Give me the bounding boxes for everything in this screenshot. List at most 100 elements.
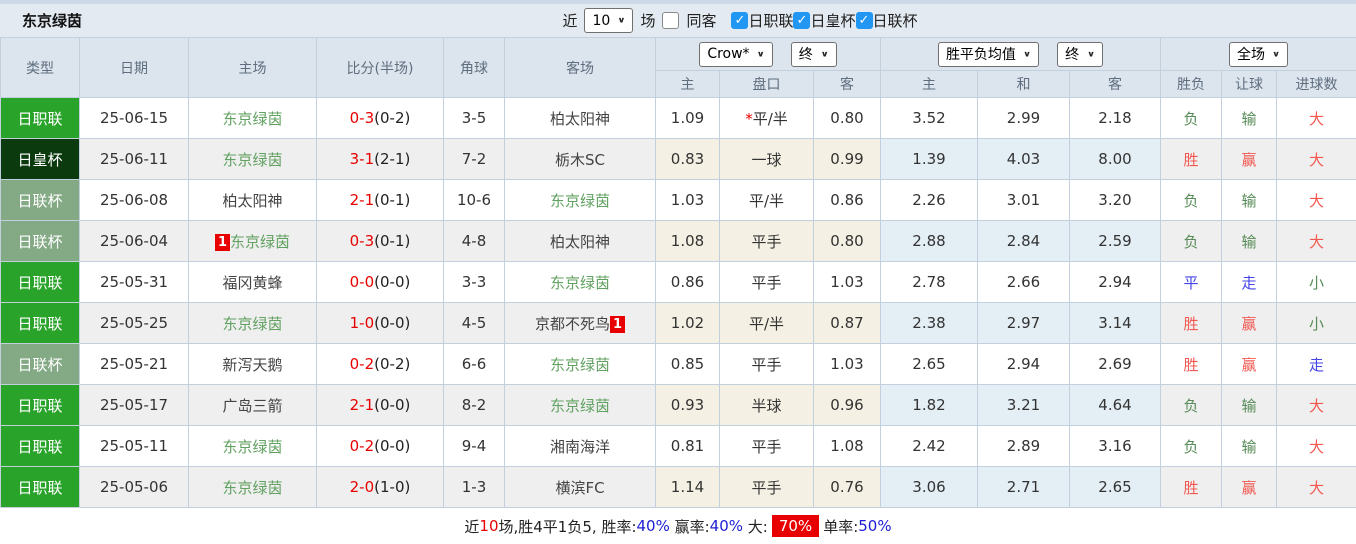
odds-away-cell: 0.96 [813,384,881,426]
avg-draw-cell: 2.71 [977,466,1070,508]
odds-away-cell: 0.80 [813,220,881,262]
handicap-line-value: 平手 [751,273,782,292]
result-label: 负 [1183,232,1199,251]
recent-count-select[interactable]: 10 ∨ [584,8,634,33]
avg-draw-value: 3.01 [1006,191,1041,209]
avg-away-value: 4.64 [1098,396,1132,414]
handicap-result-cell: 走 [1221,261,1277,303]
match-date-cell: 25-06-15 [79,97,189,139]
scope-select-cell: 全场 ∨ [1159,37,1356,71]
halftime-score: (0-2) [374,355,411,373]
handicap-result-label: 赢 [1241,355,1257,374]
corners-value: 4-8 [461,232,487,250]
table-row: 日皇杯 25-06-11 东京绿茵 3-1(2-1) 7-2 栃木SC 0.83 一球 0.99… [0,138,1356,180]
handicap-result-label: 输 [1241,232,1257,251]
home-team-name: 福冈黄蜂 [222,273,283,292]
handicap-result-label: 走 [1241,273,1257,292]
score-cell: 0-3(0-1) [316,220,444,262]
avg-draw-cell: 2.84 [977,220,1070,262]
match-date-cell: 25-05-17 [79,384,189,426]
league-checkbox-league-cup[interactable]: ✓ [855,12,873,29]
goals-result-label: 大 [1309,109,1325,128]
corners-value: 6-6 [461,355,487,373]
avg-home-value: 1.82 [912,396,946,414]
avg-home-cell: 2.88 [880,220,978,262]
odds-time-select[interactable]: 终 ∨ [790,41,837,67]
league-type-cell: 日联杯 [0,220,80,262]
league-type-label: 日职联 [17,396,63,415]
home-team-name: 东京绿茵 [230,232,291,251]
odds-away-value: 0.80 [830,232,864,250]
header-home: 主场 [188,37,317,98]
odds-home-value: 0.85 [670,355,705,373]
handicap-result-cell: 输 [1221,425,1277,467]
header-date: 日期 [79,37,189,98]
avg-draw-cell: 2.97 [977,302,1070,344]
scope-select[interactable]: 全场 ∨ [1228,41,1289,67]
score-cell: 0-0(0-0) [316,261,444,303]
odds-away-value: 1.03 [830,355,864,373]
handicap-line-cell: 平/半 [719,302,814,344]
away-team-cell: 东京绿茵 [504,179,656,221]
scope-value: 全场 [1236,47,1265,63]
rank-badge: 1 [609,315,626,333]
fulltime-score: 0-2 [349,355,375,373]
handicap-line-value: 平手 [751,355,782,374]
league-type-cell: 日职联 [0,302,80,344]
avg-away-cell: 3.20 [1069,179,1161,221]
result-cell: 负 [1160,425,1222,467]
goals-result-cell: 走 [1275,343,1356,385]
home-team-name: 东京绿茵 [222,314,283,333]
handicap-line-cell: 半球 [719,384,814,426]
league-checkbox-emperors-cup[interactable]: ✓ [793,12,811,29]
handicap-result-label: 赢 [1241,150,1257,169]
halftime-score: (0-1) [374,191,411,209]
chevron-down-icon: ∨ [617,16,626,25]
result-label: 负 [1183,396,1199,415]
odds-company-select[interactable]: Crow* ∨ [699,41,773,67]
avg-draw-value: 4.03 [1006,150,1041,168]
header-avg-away: 客 [1069,70,1161,98]
goals-result-cell: 小 [1275,261,1356,303]
goals-result-cell: 小 [1275,302,1356,344]
result-cell: 负 [1160,97,1222,139]
league-type-cell: 日联杯 [0,179,80,221]
odds-away-cell: 0.86 [813,179,881,221]
odds-away-value: 0.99 [830,150,864,168]
match-date-cell: 25-05-21 [79,343,189,385]
avg-home-value: 2.26 [912,191,946,209]
league-checkbox-jleague1[interactable]: ✓ [731,12,749,29]
table-row: 日职联 25-05-11 东京绿茵 0-2(0-0) 9-4 湘南海洋 0.81 平手 1.08… [0,425,1356,467]
avg-home-cell: 3.06 [880,466,978,508]
handicap-result-cell: 赢 [1221,138,1277,180]
handicap-line-cell: 平手 [719,466,814,508]
avg-home-cell: 3.52 [880,97,978,139]
odds-home-cell: 1.08 [655,220,720,262]
away-team-cell: 东京绿茵 [504,384,656,426]
league-filter-group: ✓ 日职联 ✓ 日皇杯 ✓ 日联杯 [731,10,918,31]
away-team-name: 东京绿茵 [549,355,610,374]
avg-home-value: 2.88 [912,232,946,250]
header-away: 客场 [504,37,656,98]
handicap-result-label: 输 [1241,191,1257,210]
odds-away-value: 0.87 [830,314,864,332]
result-label: 平 [1183,273,1199,292]
home-team-name: 东京绿茵 [222,478,283,497]
league-type-cell: 日职联 [0,466,80,508]
avg-type-select[interactable]: 胜平负均值 ∨ [937,41,1040,67]
league-label-league-cup: 日联杯 [872,12,918,30]
handicap-line-cell: 平手 [719,343,814,385]
avg-home-cell: 1.82 [880,384,978,426]
same-away-label: 同客 [686,12,717,30]
avg-draw-value: 2.99 [1006,109,1041,127]
topbar: 东京绿茵 近 10 ∨ 场 同客 ✓ 日职联 ✓ 日皇杯 ✓ 日联杯 [0,0,1356,37]
header-score: 比分(半场) [316,37,444,98]
league-type-cell: 日职联 [0,261,80,303]
home-team-name: 东京绿茵 [222,109,283,128]
header-odds-away: 客 [813,70,881,98]
match-date: 25-05-06 [99,478,169,496]
avg-time-select[interactable]: 终 ∨ [1057,41,1104,67]
same-away-checkbox[interactable] [662,12,680,29]
avg-draw-value: 2.94 [1006,355,1041,373]
summary-segment: 赢率: [669,517,710,536]
